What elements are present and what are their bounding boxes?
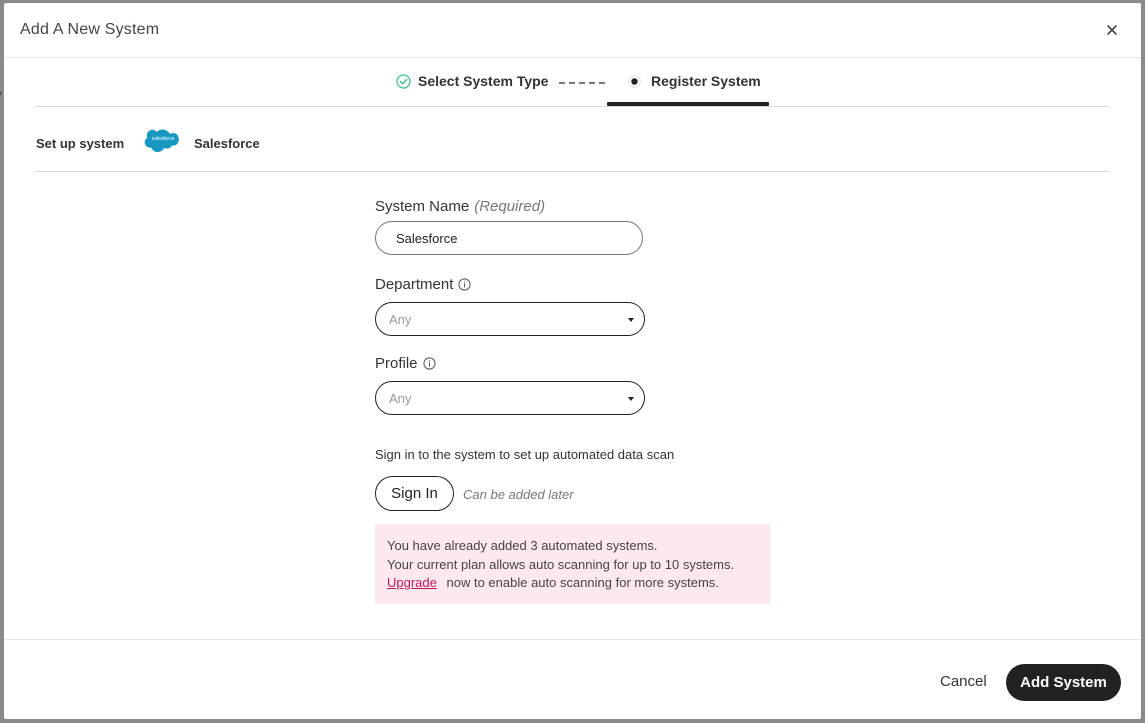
check-circle-icon [396, 73, 411, 89]
notice-line-1: You have already added 3 automated syste… [387, 538, 658, 553]
modal-header: Add A New System [4, 3, 1141, 58]
caret-down-icon [628, 397, 634, 401]
step-label: Select System Type [418, 73, 549, 89]
department-label: Department [375, 276, 471, 293]
add-system-button[interactable]: Add System [1006, 664, 1121, 701]
notice-line-3: Upgrade now to enable auto scanning for … [387, 574, 758, 593]
radio-active-icon [628, 74, 641, 88]
close-button[interactable] [1103, 21, 1121, 39]
profile-select[interactable]: Any [375, 381, 645, 415]
signin-hint: Sign in to the system to set up automate… [375, 447, 675, 462]
caret-down-icon [628, 318, 634, 322]
required-note: (Required) [474, 198, 546, 215]
sign-in-button[interactable]: Sign In [375, 476, 454, 511]
notice-line-2: Your current plan allows auto scanning f… [387, 556, 735, 572]
setup-system-row: Set up system salesforce Salesforce [36, 107, 1109, 172]
salesforce-logo: salesforce [143, 127, 181, 159]
department-select[interactable]: Any [375, 302, 645, 336]
close-icon [1107, 25, 1117, 35]
notice-line-3-text: now to enable auto scanning for more sys… [446, 575, 719, 590]
system-name-label: System Name (Required) [375, 198, 545, 215]
upgrade-link[interactable]: Upgrade [387, 575, 437, 590]
step-label: Register System [651, 73, 761, 89]
department-selected-value: Any [389, 311, 412, 327]
modal-footer: Cancel Add System [4, 639, 1141, 719]
info-icon[interactable] [458, 278, 471, 291]
info-icon[interactable] [422, 357, 436, 370]
system-name-input[interactable] [375, 221, 643, 255]
backdrop-fragment: › [0, 85, 2, 100]
profile-label: Profile [375, 355, 436, 372]
profile-label-text: Profile [375, 355, 418, 372]
system-type-name: Salesforce [194, 136, 260, 151]
plan-limit-notice: You have already added 3 automated syste… [375, 524, 770, 604]
wizard-steps: Select System Type Register System [36, 57, 1109, 107]
system-name-label-text: System Name [375, 198, 470, 215]
modal-title: Add A New System [20, 21, 160, 38]
add-system-modal: Add A New System Select System Type Regi… [4, 3, 1141, 719]
department-label-text: Department [375, 276, 454, 293]
salesforce-logo-text: salesforce [151, 136, 175, 142]
setup-label: Set up system [36, 136, 125, 151]
profile-selected-value: Any [389, 390, 412, 406]
can-be-added-later-note: Can be added later [463, 487, 574, 502]
cancel-button[interactable]: Cancel [940, 673, 987, 690]
step-register-system[interactable]: Register System [628, 73, 761, 89]
step-separator [559, 82, 605, 84]
step-select-system-type[interactable]: Select System Type [396, 73, 548, 89]
active-step-indicator [607, 102, 769, 106]
